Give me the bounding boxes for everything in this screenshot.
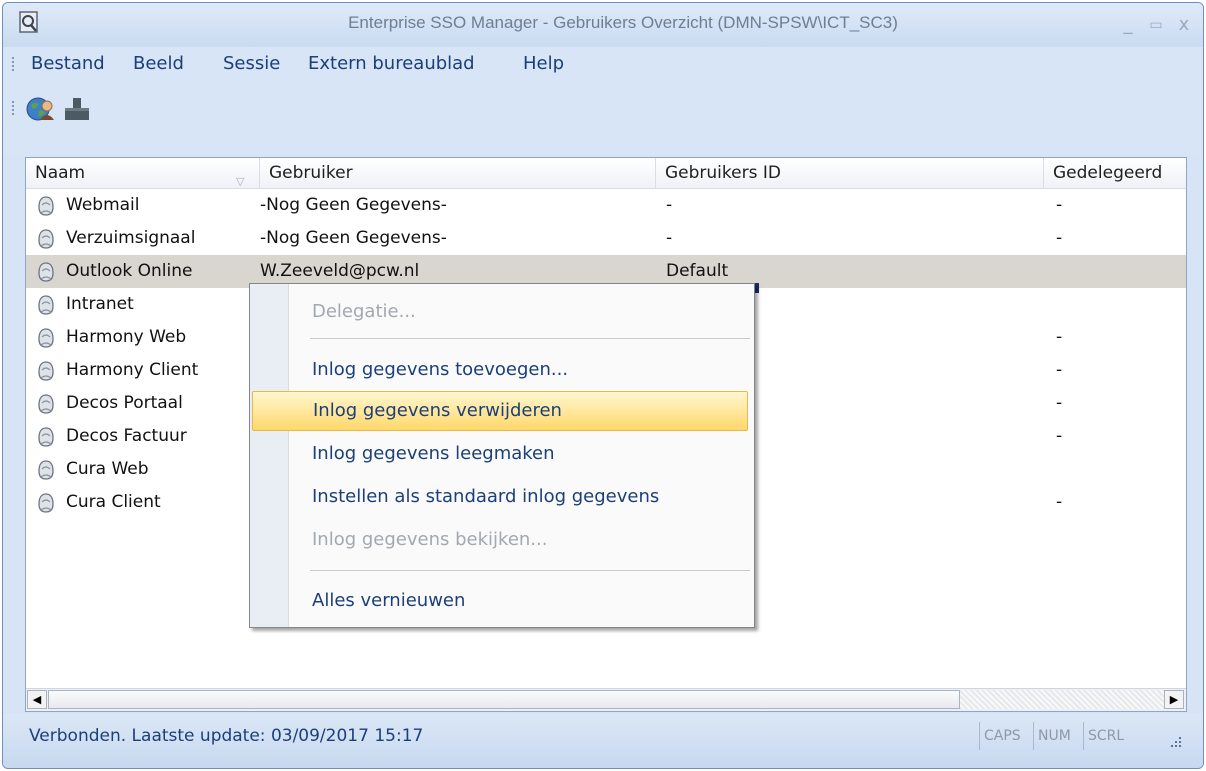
menu-item-delegatie[interactable]: Delegatie... xyxy=(252,292,748,332)
cell-naam: Decos Portaal xyxy=(66,393,183,413)
menu-item-verwijderen[interactable]: Inlog gegevens verwijderen xyxy=(252,391,748,431)
list-header: Naam ▽ Gebruiker Gebruikers ID Gedelegee… xyxy=(26,158,1186,189)
column-header-naam[interactable]: Naam ▽ xyxy=(26,158,260,188)
bell-icon xyxy=(36,459,56,481)
title-bar[interactable]: Enterprise SSO Manager - Gebruikers Over… xyxy=(3,3,1203,47)
cell-naam: Harmony Client xyxy=(66,360,199,380)
scroll-right-button[interactable]: ▶ xyxy=(1164,690,1184,709)
caps-indicator: CAPS xyxy=(979,722,1025,750)
globe-user-icon[interactable] xyxy=(25,94,55,124)
table-row[interactable]: Webmail -Nog Geen Gegevens- - - xyxy=(26,189,1186,222)
cell-naam: Decos Factuur xyxy=(66,426,187,446)
bell-icon xyxy=(36,195,56,217)
menu-separator xyxy=(310,338,750,339)
cell-gedelegeerd: - xyxy=(1056,360,1063,380)
menubar-grip[interactable] xyxy=(12,57,15,73)
focus-marker xyxy=(755,283,759,293)
column-label: Naam xyxy=(35,163,86,183)
horizontal-scrollbar[interactable]: ◀ ▶ xyxy=(26,688,1186,711)
window-title: Enterprise SSO Manager - Gebruikers Over… xyxy=(348,13,898,32)
cell-gebruikers-id: - xyxy=(666,195,673,215)
cell-naam: Webmail xyxy=(66,195,140,215)
bell-icon xyxy=(36,393,56,415)
bell-icon xyxy=(36,492,56,514)
resize-grip-icon[interactable] xyxy=(1165,734,1185,748)
cell-gedelegeerd: - xyxy=(1056,393,1063,413)
bell-icon xyxy=(36,261,56,283)
scroll-left-button[interactable]: ◀ xyxy=(27,690,47,709)
bell-icon xyxy=(36,228,56,250)
menu-help[interactable]: Help xyxy=(523,53,564,74)
menu-item-standaard[interactable]: Instellen als standaard inlog gegevens xyxy=(252,477,748,517)
bell-icon xyxy=(36,360,56,382)
status-text: Verbonden. Laatste update: 03/09/2017 15… xyxy=(29,726,424,746)
bell-icon xyxy=(36,294,56,316)
cell-gebruikers-id: - xyxy=(666,228,673,248)
cell-naam: Outlook Online xyxy=(66,261,193,281)
menu-beeld[interactable]: Beeld xyxy=(133,53,184,74)
toolbar xyxy=(3,81,1203,155)
table-row[interactable]: Verzuimsignaal -Nog Geen Gegevens- - - xyxy=(26,222,1186,255)
cell-gedelegeerd: - xyxy=(1056,327,1063,347)
maximize-button[interactable]: ▭ xyxy=(1143,15,1169,37)
cell-gedelegeerd: - xyxy=(1056,228,1063,248)
scrl-indicator: SCRL xyxy=(1083,722,1128,750)
menu-separator xyxy=(310,570,750,571)
menu-extern-bureaublad[interactable]: Extern bureaublad xyxy=(308,53,475,74)
column-header-gebruiker[interactable]: Gebruiker xyxy=(260,158,656,188)
column-header-gedelegeerd[interactable]: Gedelegeerd xyxy=(1044,158,1186,188)
column-header-gebruikers-id[interactable]: Gebruikers ID xyxy=(656,158,1044,188)
cell-gedelegeerd: - xyxy=(1056,426,1063,446)
context-menu: Delegatie... Inlog gegevens toevoegen...… xyxy=(249,283,755,628)
status-bar: Verbonden. Laatste update: 03/09/2017 15… xyxy=(3,714,1203,768)
menu-item-bekijken[interactable]: Inlog gegevens bekijken... xyxy=(252,520,748,560)
cell-gedelegeerd: - xyxy=(1056,492,1063,512)
minimize-button[interactable]: _ xyxy=(1115,15,1141,37)
close-button[interactable]: x xyxy=(1171,15,1197,37)
bell-icon xyxy=(36,327,56,349)
cell-gebruiker: -Nog Geen Gegevens- xyxy=(260,228,447,248)
cell-naam: Verzuimsignaal xyxy=(66,228,196,248)
menu-sessie[interactable]: Sessie xyxy=(223,53,280,74)
bell-icon xyxy=(36,426,56,448)
menu-item-vernieuwen[interactable]: Alles vernieuwen xyxy=(252,581,748,621)
cell-naam: Cura Client xyxy=(66,492,161,512)
cell-naam: Harmony Web xyxy=(66,327,187,347)
puzzle-icon[interactable] xyxy=(61,94,91,124)
scroll-track[interactable] xyxy=(960,690,1164,709)
cell-gebruiker: -Nog Geen Gegevens- xyxy=(260,195,447,215)
toolbar-grip[interactable] xyxy=(12,101,15,117)
num-indicator: NUM xyxy=(1033,722,1075,750)
menu-item-toevoegen[interactable]: Inlog gegevens toevoegen... xyxy=(252,350,748,390)
cell-naam: Cura Web xyxy=(66,459,149,479)
menu-item-leegmaken[interactable]: Inlog gegevens leegmaken xyxy=(252,434,748,474)
scroll-thumb[interactable] xyxy=(48,690,960,709)
menu-bestand[interactable]: Bestand xyxy=(31,53,105,74)
cell-naam: Intranet xyxy=(66,294,134,314)
menu-bar: Bestand Beeld Sessie Extern bureaublad H… xyxy=(3,47,1203,81)
cell-gedelegeerd: - xyxy=(1056,195,1063,215)
